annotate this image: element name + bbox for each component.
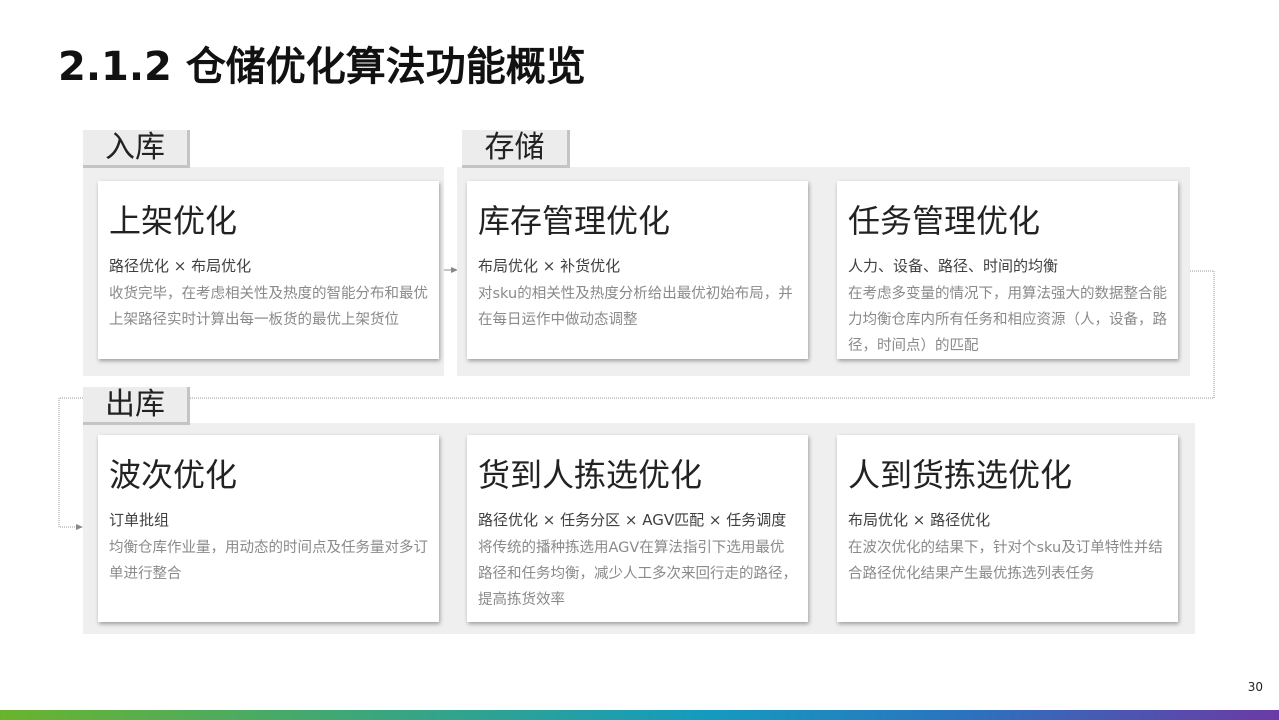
- card-description: 在考虑多变量的情况下，用算法强大的数据整合能力均衡仓库内所有任务和相应资源（人，…: [848, 286, 1167, 354]
- card-description: 均衡仓库作业量，用动态的时间点及任务量对多订单进行整合: [109, 540, 428, 582]
- card-putaway-optimization: 上架优化 路径优化 × 布局优化 收货完毕，在考虑相关性及热度的智能分布和最优上…: [98, 181, 439, 359]
- card-title: 波次优化: [109, 456, 238, 494]
- page-number: 30: [1247, 680, 1263, 694]
- arrow-inbound-to-storage: [444, 267, 458, 273]
- card-subtitle: 路径优化 × 任务分区 × AGV匹配 × 任务调度: [478, 511, 787, 529]
- card-description: 对sku的相关性及热度分析给出最优初始布局，并在每日运作中做动态调整: [478, 286, 793, 328]
- card-title: 任务管理优化: [848, 202, 1041, 240]
- card-subtitle: 布局优化 × 路径优化: [848, 511, 991, 529]
- card-task-management-optimization: 任务管理优化 人力、设备、路径、时间的均衡 在考虑多变量的情况下，用算法强大的数…: [837, 181, 1178, 359]
- card-subtitle: 订单批组: [109, 511, 170, 529]
- card-description: 在波次优化的结果下，针对个sku及订单特性并结合路径优化结果产生最优拣选列表任务: [848, 540, 1163, 582]
- card-wave-optimization: 波次优化 订单批组 均衡仓库作业量，用动态的时间点及任务量对多订单进行整合: [98, 435, 439, 622]
- card-person-to-goods-picking: 人到货拣选优化 布局优化 × 路径优化 在波次优化的结果下，针对个sku及订单特…: [837, 435, 1178, 622]
- outbound-tag: 出库: [83, 387, 190, 425]
- card-title: 货到人拣选优化: [478, 456, 703, 494]
- card-subtitle: 人力、设备、路径、时间的均衡: [848, 257, 1059, 275]
- bottom-gradient-bar: [0, 710, 1279, 720]
- card-title: 库存管理优化: [478, 202, 671, 240]
- storage-tag: 存储: [462, 130, 570, 168]
- card-inventory-optimization: 库存管理优化 布局优化 × 补货优化 对sku的相关性及热度分析给出最优初始布局…: [467, 181, 808, 359]
- card-description: 收货完毕，在考虑相关性及热度的智能分布和最优上架路径实时计算出每一板货的最优上架…: [109, 286, 428, 328]
- card-subtitle: 布局优化 × 补货优化: [478, 257, 621, 275]
- card-title: 上架优化: [109, 202, 238, 240]
- card-title: 人到货拣选优化: [848, 456, 1073, 494]
- card-goods-to-person-picking: 货到人拣选优化 路径优化 × 任务分区 × AGV匹配 × 任务调度 将传统的播…: [467, 435, 808, 622]
- card-subtitle: 路径优化 × 布局优化: [109, 257, 252, 275]
- inbound-tag: 入库: [83, 130, 190, 168]
- card-description: 将传统的播种拣选用AGV在算法指引下选用最优路径和任务均衡，减少人工多次来回行走…: [478, 540, 797, 608]
